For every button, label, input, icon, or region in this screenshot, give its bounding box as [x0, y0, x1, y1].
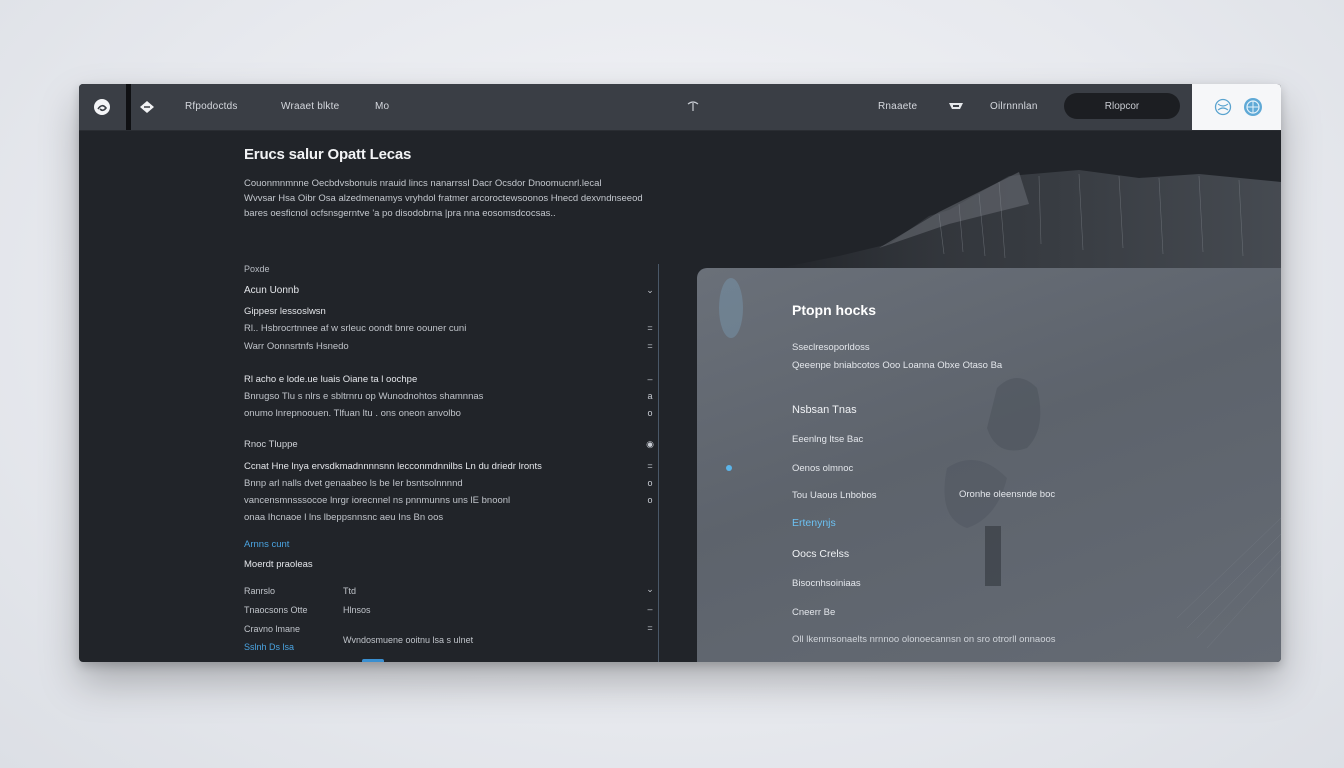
chevron-down-icon[interactable]: ⌄ [644, 584, 656, 595]
page-title: Erucs salur Opatt Lecas [244, 146, 412, 163]
chevron-down-icon[interactable]: ⌄ [644, 285, 656, 296]
top-bar: Rfpodoctds Wraaet blkte Mo Rnaaete Oilrn… [79, 84, 1281, 131]
table-cell: Ttd [343, 586, 357, 596]
dash-icon[interactable]: – [644, 604, 656, 614]
equals-icon[interactable]: = [644, 623, 656, 633]
panel-menu-item[interactable]: Eeenlng ltse Bac [792, 434, 863, 445]
table-cell: Ranrslo [244, 586, 276, 596]
settings-row[interactable]: Rl acho e lode.ue luais Oiane ta l oochp… [244, 374, 417, 385]
table-cell: Tnaocsons Otte [244, 605, 308, 615]
panel-side-note: Oronhe oleensnde boc [959, 489, 1056, 500]
settings-row[interactable]: Warr Oonnsrtnfs Hsnedo [244, 341, 349, 352]
radio-icon[interactable]: o [644, 478, 656, 488]
table-cell: Wvndosmuene ooitnu lsa s ulnet [343, 635, 474, 645]
equals-icon[interactable]: = [644, 323, 656, 333]
primary-cta-button[interactable]: Rlopcor [1064, 93, 1180, 119]
panel-menu-item[interactable]: Tou Uaous Lnbobos [792, 490, 877, 501]
nav-link-online[interactable]: Oilrnnnlan [990, 101, 1038, 112]
table-cell[interactable]: Sslnh Ds lsa [244, 642, 294, 652]
panel-footer-text: Oll lkenmsonaelts nrnnoo olonoecannsn on… [792, 634, 1056, 645]
globe-outline-icon[interactable] [1214, 98, 1232, 116]
panel-menu-item-active[interactable]: Ertenynjs [792, 517, 836, 529]
swirl-logo-icon[interactable] [93, 98, 111, 116]
nav-link-market[interactable]: Wraaet blkte [281, 101, 339, 112]
nav-link-products[interactable]: Rfpodoctds [185, 101, 238, 112]
topbar-divider [126, 84, 131, 130]
table-cell: Cravno lmane [244, 624, 301, 634]
radio-icon[interactable]: o [644, 408, 656, 418]
settings-row[interactable]: Gippesr lessoslwsn [244, 306, 326, 317]
settings-row[interactable]: Bnrugso Tlu s nlrs e sbltrnru op Wunodno… [244, 391, 483, 402]
hero-landscape-image [779, 170, 1281, 268]
settings-row[interactable]: onumo lnrepnoouen. Tlfuan ltu . ons oneo… [244, 408, 461, 419]
detail-panel: Ptopn hocks Sseclresoporldoss Qeeenpe bn… [697, 268, 1281, 662]
panel-menu-item[interactable]: Cneerr Be [792, 607, 835, 618]
dash-icon[interactable]: – [644, 374, 656, 384]
bird-icon[interactable] [138, 98, 156, 116]
active-page-indicator[interactable] [362, 659, 384, 662]
settings-row[interactable]: Ccnat Hne lnya ervsdkmadnnnnsnn lecconmd… [244, 461, 542, 472]
more-link[interactable]: Arnns cunt [244, 539, 289, 550]
panel-menu-item[interactable]: Oenos olmnoc [792, 463, 853, 474]
group-label-1: Poxde [244, 264, 270, 274]
panel-background-art [719, 278, 1281, 649]
hat-icon[interactable] [948, 100, 964, 112]
intro-line-1: Couonmnmnne Oecbdvsbonuis nrauid lincs n… [244, 178, 602, 189]
topbar-right-box [1192, 84, 1281, 130]
globe-filled-icon[interactable] [1243, 97, 1263, 117]
radio-icon[interactable]: ◉ [644, 439, 656, 450]
settings-row[interactable]: onaa Ihcnaoe l lns lbeppsnnsnc aeu Ins B… [244, 512, 443, 523]
settings-row[interactable]: vancensmnsssocoe lnrgr iorecnnel ns pnnm… [244, 495, 510, 506]
settings-row[interactable]: Rl.. Hsbrocrtnnee af w srleuc oondt bnre… [244, 323, 466, 334]
equals-icon[interactable]: = [644, 461, 656, 471]
group-label-3: Rnoc Tluppe [244, 439, 298, 450]
table-cell: Hlnsos [343, 605, 371, 615]
settings-row[interactable]: Acun Uonnb [244, 285, 299, 296]
app-window: Rfpodoctds Wraaet blkte Mo Rnaaete Oilrn… [79, 84, 1281, 662]
panel-menu-item[interactable]: Oocs Crelss [792, 548, 849, 560]
intro-line-3: bares oesficnol ocfsnsgerntve 'a po diso… [244, 208, 556, 219]
panel-title: Ptopn hocks [792, 302, 877, 318]
equals-icon[interactable]: = [644, 341, 656, 351]
panel-menu-item[interactable]: Bisocnhsoiniaas [792, 578, 861, 589]
pin-icon[interactable] [686, 99, 700, 113]
nav-link-mo[interactable]: Mo [375, 101, 389, 112]
nav-link-rate[interactable]: Rnaaete [878, 101, 917, 112]
radio-icon[interactable]: o [644, 495, 656, 505]
scrollbar-track[interactable] [658, 264, 659, 662]
toggle-icon[interactable]: a [644, 391, 656, 401]
panel-subline: Qeeenpe bniabcotos Ooo Loanna Obxe Otaso… [792, 360, 1003, 371]
intro-line-2: Wvvsar Hsa Oibr Osa alzedmenamys vryhdol… [244, 193, 643, 204]
panel-section-heading: Nsbsan Tnas [792, 404, 857, 416]
settings-row[interactable]: Bnnp arl nalls dvet genaabeo ls be Ier b… [244, 478, 463, 489]
panel-subline: Sseclresoporldoss [792, 342, 870, 353]
subsection-title: Moerdt praoleas [244, 559, 313, 570]
